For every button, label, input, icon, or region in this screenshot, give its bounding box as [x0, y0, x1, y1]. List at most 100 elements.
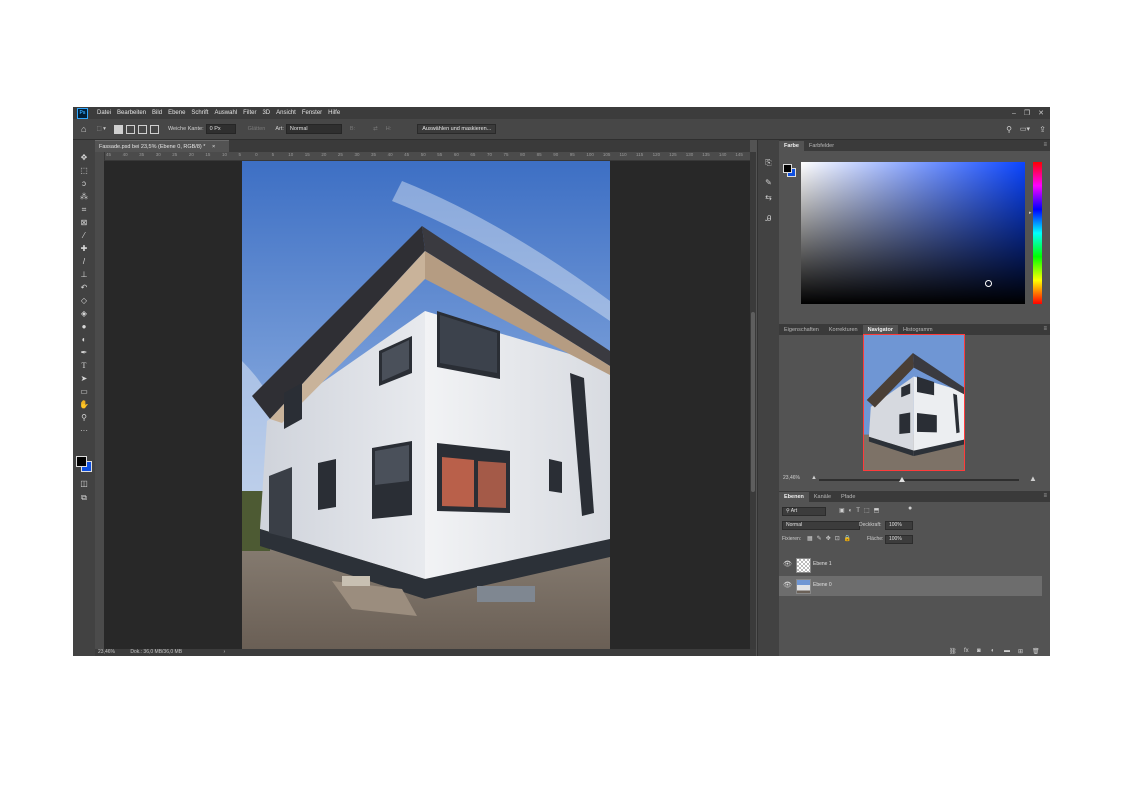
- swap-dimensions-icon[interactable]: ⇄: [373, 126, 378, 132]
- filter-toggle-icon[interactable]: ●: [908, 505, 912, 512]
- layer-row-ebene-0[interactable]: 👁 Ebene 0: [779, 576, 1042, 596]
- history-brush-tool-icon[interactable]: ↶: [77, 282, 91, 293]
- fx-icon[interactable]: fx: [964, 648, 969, 654]
- zoom-readout[interactable]: 23,46%: [98, 649, 115, 655]
- hue-slider[interactable]: [1033, 162, 1042, 304]
- history-panel-icon[interactable]: ⎘: [762, 156, 775, 169]
- close-tab-icon[interactable]: ×: [212, 144, 215, 150]
- layer-kind-filter[interactable]: ⚲ Art: [782, 507, 826, 516]
- menu-bearbeiten[interactable]: Bearbeiten: [114, 110, 149, 116]
- type-tool-icon[interactable]: T: [77, 360, 91, 371]
- feather-input[interactable]: 0 Px: [205, 124, 236, 134]
- brush-tool-icon[interactable]: /: [77, 256, 91, 267]
- horizontal-ruler[interactable]: 45 40 35 30 25 20 15 10 5 0 5 10 15 20 25 30 35 40 45 50 55 6…: [104, 152, 750, 161]
- menu-bild[interactable]: Bild: [149, 110, 165, 116]
- magic-wand-tool-icon[interactable]: ⁂: [77, 191, 91, 202]
- mask-icon[interactable]: ◙: [977, 648, 981, 654]
- layer-filter-icons[interactable]: ▣◐T⬚⬒: [839, 507, 883, 514]
- trash-icon[interactable]: 🗑: [1032, 648, 1040, 655]
- menu-3d[interactable]: 3D: [259, 110, 273, 116]
- eye-icon[interactable]: 👁: [783, 560, 792, 568]
- lasso-tool-icon[interactable]: ↄ: [77, 178, 91, 189]
- new-layer-icon[interactable]: ⊞: [1018, 648, 1023, 655]
- new-selection-icon[interactable]: [113, 124, 123, 134]
- rectangle-tool-icon[interactable]: ▭: [77, 386, 91, 397]
- paint-bucket-tool-icon[interactable]: ◈: [77, 308, 91, 319]
- tab-farbfelder[interactable]: Farbfelder: [804, 141, 839, 151]
- adjustment-icon[interactable]: ◐: [991, 648, 995, 654]
- select-and-mask-button[interactable]: Auswählen und maskieren...: [417, 124, 497, 134]
- menu-fenster[interactable]: Fenster: [299, 110, 325, 116]
- move-tool-icon[interactable]: ✥: [77, 152, 91, 163]
- dodge-tool-icon[interactable]: ◐: [77, 334, 91, 345]
- panel-menu-icon[interactable]: ≡: [1043, 493, 1047, 499]
- navigator-thumbnail[interactable]: [863, 334, 965, 471]
- eye-icon[interactable]: 👁: [783, 581, 792, 589]
- color-picker-field[interactable]: [801, 162, 1025, 304]
- add-selection-icon[interactable]: [125, 124, 135, 134]
- blend-mode-select[interactable]: Normal: [782, 521, 860, 530]
- color-swatches[interactable]: [76, 456, 92, 472]
- tab-korrekturen[interactable]: Korrekturen: [824, 325, 863, 335]
- share-icon[interactable]: ⇪: [1039, 125, 1046, 134]
- status-menu-icon[interactable]: ›: [223, 649, 225, 655]
- menu-schrift[interactable]: Schrift: [188, 110, 211, 116]
- close-window-button[interactable]: ✕: [1038, 109, 1044, 117]
- panel-menu-icon[interactable]: ≡: [1043, 142, 1047, 148]
- menu-filter[interactable]: Filter: [240, 110, 259, 116]
- subtract-selection-icon[interactable]: [137, 124, 147, 134]
- brush-settings-icon[interactable]: ✎: [762, 176, 775, 189]
- pen-tool-icon[interactable]: ✒: [77, 347, 91, 358]
- menu-ansicht[interactable]: Ansicht: [273, 110, 299, 116]
- screen-mode-icon[interactable]: ⧉: [77, 492, 91, 503]
- more-tools-icon[interactable]: ···: [77, 425, 91, 436]
- home-icon[interactable]: ⌂: [81, 124, 86, 134]
- menu-hilfe[interactable]: Hilfe: [325, 110, 343, 116]
- style-select[interactable]: Normal: [285, 124, 342, 134]
- layer-name[interactable]: Ebene 0: [813, 582, 832, 588]
- vertical-scrollbar[interactable]: [750, 152, 756, 649]
- restore-button[interactable]: ❐: [1024, 109, 1030, 117]
- layer-name[interactable]: Ebene 1: [813, 561, 832, 567]
- crop-tool-icon[interactable]: ⌗: [77, 204, 91, 215]
- color-picker-cursor[interactable]: [985, 280, 992, 287]
- zoom-out-icon[interactable]: ▲: [811, 475, 817, 481]
- panel-menu-icon[interactable]: ≡: [1043, 326, 1047, 332]
- tab-farbe[interactable]: Farbe: [779, 141, 804, 151]
- panel-foreground-swatch[interactable]: [783, 164, 792, 173]
- tab-eigenschaften[interactable]: Eigenschaften: [779, 325, 824, 335]
- canvas-area[interactable]: [104, 161, 750, 649]
- hue-pointer-icon[interactable]: ▸: [1029, 210, 1032, 216]
- tab-kanaele[interactable]: Kanäle: [809, 492, 836, 502]
- blur-tool-icon[interactable]: ●: [77, 321, 91, 332]
- path-selection-tool-icon[interactable]: ➤: [77, 373, 91, 384]
- tab-ebenen[interactable]: Ebenen: [779, 492, 809, 502]
- tab-pfade[interactable]: Pfade: [836, 492, 860, 502]
- glyph-panel-icon[interactable]: Ꭿ: [762, 212, 775, 225]
- eyedropper-tool-icon[interactable]: ⁄: [77, 230, 91, 241]
- healing-brush-tool-icon[interactable]: ✚: [77, 243, 91, 254]
- search-icon[interactable]: ⚲: [1006, 125, 1012, 134]
- intersect-selection-icon[interactable]: [149, 124, 159, 134]
- quick-mask-icon[interactable]: ◫: [77, 478, 91, 489]
- stamp-tool-icon[interactable]: ⊥: [77, 269, 91, 280]
- marquee-tool-icon[interactable]: ⬚: [77, 165, 91, 176]
- antialias-checkbox[interactable]: Glätten: [248, 126, 266, 132]
- minimize-button[interactable]: –: [1012, 110, 1016, 117]
- hand-tool-icon[interactable]: ✋: [77, 399, 91, 410]
- menu-auswahl[interactable]: Auswahl: [211, 110, 240, 116]
- eraser-tool-icon[interactable]: ◇: [77, 295, 91, 306]
- navigator-zoom-value[interactable]: 23,46%: [783, 475, 800, 481]
- lock-icons[interactable]: ▦✎✥⊡🔒: [807, 535, 855, 542]
- marquee-preset-icon[interactable]: ⬚ ▾: [96, 126, 106, 132]
- frame-tool-icon[interactable]: ⊠: [77, 217, 91, 228]
- adjust-icon[interactable]: ⇆: [762, 191, 775, 204]
- navigator-zoom-slider[interactable]: [819, 479, 1019, 481]
- menu-datei[interactable]: Datei: [94, 110, 114, 116]
- opacity-input[interactable]: 100%: [885, 521, 913, 530]
- zoom-in-icon[interactable]: ▲: [1029, 474, 1037, 483]
- navigator-slider-knob[interactable]: [899, 477, 905, 482]
- foreground-color-swatch[interactable]: [76, 456, 87, 467]
- scrollbar-thumb[interactable]: [751, 312, 755, 492]
- zoom-tool-icon[interactable]: ⚲: [77, 412, 91, 423]
